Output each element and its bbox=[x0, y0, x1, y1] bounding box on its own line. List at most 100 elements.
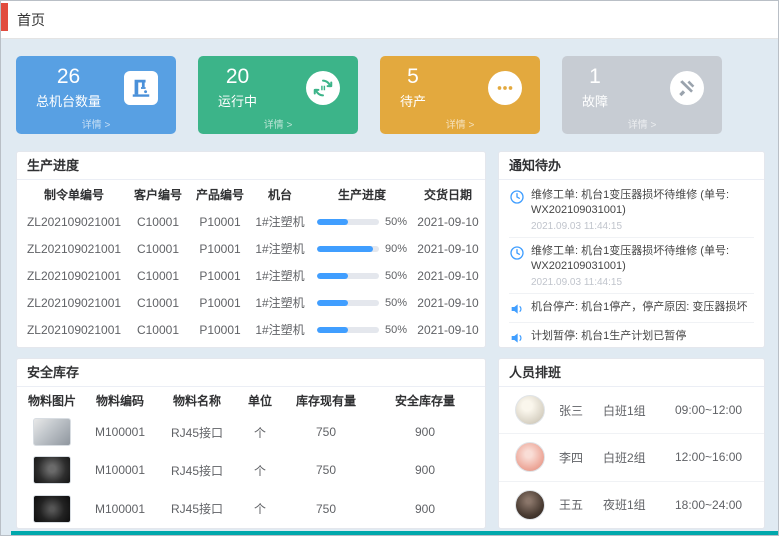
progress-label: 50% bbox=[385, 324, 407, 336]
card-left: 20 运行中 bbox=[218, 65, 257, 110]
clock-icon bbox=[509, 189, 525, 205]
notice-body: 计划暂停: 机台1生产计划已暂停 2021.09.03 11:44:15 bbox=[531, 329, 754, 347]
cell-unit: 个 bbox=[237, 424, 283, 441]
panel-title: 生产进度 bbox=[17, 152, 485, 180]
dashboard-screen: 首页 26 总机台数量 详情 > 20 bbox=[0, 0, 779, 536]
machine-icon bbox=[124, 71, 158, 105]
notice-item-repair-1[interactable]: 维修工单: 机台1变压器损坏待维修 (单号: WX202109031001) 2… bbox=[509, 182, 754, 238]
production-row: ZL202109021001 C10001 P10001 1#注塑机 50% 2… bbox=[17, 262, 485, 289]
cell-code: M100001 bbox=[83, 425, 157, 439]
notice-body: 维修工单: 机台1变压器损坏待维修 (单号: WX202109031001) 2… bbox=[531, 188, 754, 232]
col-product: 产品编号 bbox=[189, 186, 251, 203]
cell-safety: 900 bbox=[369, 463, 481, 477]
cell-order: ZL202109021001 bbox=[21, 323, 127, 337]
stat-label: 运行中 bbox=[218, 91, 257, 110]
staff-shift: 白班2组 bbox=[603, 449, 675, 466]
card-detail-link[interactable]: 详情 > bbox=[16, 116, 176, 131]
card-detail-link[interactable]: 详情 > bbox=[562, 116, 722, 131]
cell-date: 2021-09-10 bbox=[415, 215, 481, 229]
stat-value: 26 bbox=[57, 65, 80, 88]
cell-progress: 50% bbox=[309, 270, 415, 282]
inventory-row: M100001 RJ45接口 个 750 900 bbox=[17, 413, 485, 451]
stat-card-running[interactable]: 20 运行中 详情 > bbox=[198, 56, 358, 134]
stat-value: 20 bbox=[226, 65, 249, 88]
notice-time: 2021.09.03 11:44:15 bbox=[531, 277, 754, 288]
round-connector-photo bbox=[33, 456, 71, 484]
panel-grid: 生产进度 制令单编号 客户编号 产品编号 机台 生产进度 交货日期 ZL2021… bbox=[16, 151, 763, 529]
col-material-image: 物料图片 bbox=[21, 392, 83, 409]
cell-name: RJ45接口 bbox=[157, 424, 237, 441]
progress-label: 50% bbox=[385, 297, 407, 309]
cell-stock: 750 bbox=[283, 425, 369, 439]
production-table: 制令单编号 客户编号 产品编号 机台 生产进度 交货日期 ZL202109021… bbox=[17, 180, 485, 343]
cell-name: RJ45接口 bbox=[157, 462, 237, 479]
cell-safety: 900 bbox=[369, 425, 481, 439]
running-sync-icon bbox=[306, 71, 340, 105]
cell-order: ZL202109021001 bbox=[21, 215, 127, 229]
col-machine: 机台 bbox=[251, 186, 309, 203]
staff-name: 张三 bbox=[559, 402, 603, 419]
cell-order: ZL202109021001 bbox=[21, 296, 127, 310]
stat-card-total-machines[interactable]: 26 总机台数量 详情 > bbox=[16, 56, 176, 134]
stat-value: 5 bbox=[407, 65, 419, 88]
card-left: 1 故障 bbox=[582, 65, 608, 110]
bottom-strip bbox=[11, 531, 778, 535]
col-customer: 客户编号 bbox=[127, 186, 189, 203]
content: 26 总机台数量 详情 > 20 运行中 bbox=[1, 39, 778, 529]
staff-row: 王五 夜班1组 18:00~24:00 bbox=[499, 482, 764, 528]
cell-machine: 1#注塑机 bbox=[251, 321, 309, 338]
cell-code: M100001 bbox=[83, 502, 157, 516]
avatar-wangwu bbox=[515, 490, 545, 520]
tab-home[interactable]: 首页 bbox=[17, 10, 45, 30]
cell-name: RJ45接口 bbox=[157, 500, 237, 517]
notice-time: 2021.09.03 11:44:15 bbox=[531, 346, 754, 347]
staff-shift: 白班1组 bbox=[603, 402, 675, 419]
cell-product: P10001 bbox=[189, 242, 251, 256]
staff-list: 张三 白班1组 09:00~12:00 李四 白班2组 12:00~16:00 … bbox=[499, 387, 764, 528]
notice-text: 维修工单: 机台1变压器损坏待维修 (单号: WX202109031001) bbox=[531, 244, 754, 275]
staff-time: 09:00~12:00 bbox=[675, 403, 742, 417]
cell-product: P10001 bbox=[189, 269, 251, 283]
staff-row: 李四 白班2组 12:00~16:00 bbox=[499, 434, 764, 481]
card-left: 5 待产 bbox=[400, 65, 426, 110]
staff-time: 12:00~16:00 bbox=[675, 450, 742, 464]
staff-row: 张三 白班1组 09:00~12:00 bbox=[499, 387, 764, 434]
col-date: 交货日期 bbox=[415, 186, 481, 203]
cell-product: P10001 bbox=[189, 215, 251, 229]
production-row: ZL202109021001 C10001 P10001 1#注塑机 50% 2… bbox=[17, 289, 485, 316]
cell-unit: 个 bbox=[237, 462, 283, 479]
cell-unit: 个 bbox=[237, 500, 283, 517]
staff-shift: 夜班1组 bbox=[603, 496, 675, 513]
production-row: ZL202109021001 C10001 P10001 1#注塑机 50% 2… bbox=[17, 208, 485, 235]
notice-item-plan-paused[interactable]: 计划暂停: 机台1生产计划已暂停 2021.09.03 11:44:15 bbox=[509, 323, 754, 347]
col-material-code: 物料编码 bbox=[83, 392, 157, 409]
cell-date: 2021-09-10 bbox=[415, 269, 481, 283]
cell-progress: 90% bbox=[309, 243, 415, 255]
panel-title: 通知待办 bbox=[499, 152, 764, 180]
col-current-stock: 库存现有量 bbox=[283, 392, 369, 409]
ellipsis-icon bbox=[488, 71, 522, 105]
progress-bar bbox=[317, 300, 379, 306]
cell-machine: 1#注塑机 bbox=[251, 294, 309, 311]
col-order: 制令单编号 bbox=[21, 186, 127, 203]
card-detail-link[interactable]: 详情 > bbox=[198, 116, 358, 131]
stat-card-fault[interactable]: 1 故障 详情 > bbox=[562, 56, 722, 134]
card-main: 5 待产 bbox=[380, 56, 540, 110]
cell-customer: C10001 bbox=[127, 323, 189, 337]
inventory-row: M100001 RJ45接口 个 750 900 bbox=[17, 490, 485, 528]
staff-time: 18:00~24:00 bbox=[675, 498, 742, 512]
cell-customer: C10001 bbox=[127, 242, 189, 256]
cell-product: P10001 bbox=[189, 296, 251, 310]
staff-name: 王五 bbox=[559, 496, 603, 513]
notice-item-repair-2[interactable]: 维修工单: 机台1变压器损坏待维修 (单号: WX202109031001) 2… bbox=[509, 238, 754, 294]
speaker-photo bbox=[33, 495, 71, 523]
avatar-zhangsan bbox=[515, 395, 545, 425]
panel-safety-inventory: 安全库存 物料图片 物料编码 物料名称 单位 库存现有量 安全库存量 M1000… bbox=[16, 358, 486, 529]
notice-item-machine-stop[interactable]: 机台停产: 机台1停产，停产原因: 变压器损坏 bbox=[509, 294, 754, 323]
inventory-table-header: 物料图片 物料编码 物料名称 单位 库存现有量 安全库存量 bbox=[17, 387, 485, 413]
stat-card-waiting[interactable]: 5 待产 详情 > bbox=[380, 56, 540, 134]
cell-date: 2021-09-10 bbox=[415, 323, 481, 337]
cell-machine: 1#注塑机 bbox=[251, 240, 309, 257]
card-detail-link[interactable]: 详情 > bbox=[380, 116, 540, 131]
cell-date: 2021-09-10 bbox=[415, 296, 481, 310]
